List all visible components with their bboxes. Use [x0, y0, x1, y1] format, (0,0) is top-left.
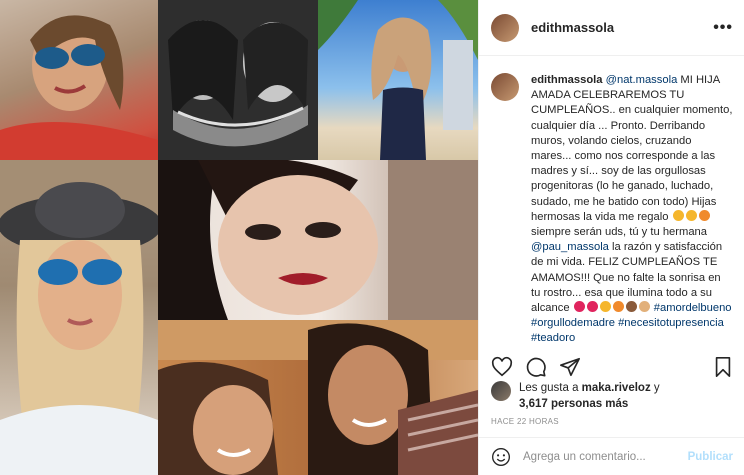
liker-username[interactable]: maka.riveloz — [582, 382, 651, 394]
post-side-panel: edithmassola ••• edithmassola @nat.masso… — [478, 0, 744, 475]
photo-sunglasses-portrait — [0, 0, 158, 160]
caption-text-part1: MI HIJA AMADA CELEBRAREMOS TU CUMPLEAÑOS… — [531, 74, 733, 223]
comment-icon[interactable] — [525, 356, 547, 378]
emoji-red-heart-icon — [573, 301, 585, 313]
emoji-grin-icon — [672, 209, 684, 221]
share-icon[interactable] — [559, 356, 581, 378]
caption-avatar[interactable] — [491, 73, 519, 101]
liker-avatar[interactable] — [491, 381, 511, 401]
heart-icon[interactable] — [491, 356, 513, 378]
add-comment-bar: Publicar — [479, 437, 744, 475]
more-icon[interactable]: ••• — [713, 19, 733, 37]
caption-row: edithmassola @nat.massola MI HIJA AMADA … — [491, 73, 733, 347]
hashtag[interactable]: #orgullodemadre — [531, 317, 615, 329]
caption-username[interactable]: edithmassola — [531, 74, 603, 86]
likes-text: Les gusta a maka.riveloz y 3,617 persona… — [519, 380, 660, 412]
comment-input[interactable] — [523, 450, 680, 463]
post-timestamp[interactable]: HACE 22 HORAS — [491, 417, 559, 426]
author-username[interactable]: edithmassola — [531, 20, 713, 35]
hashtag[interactable]: #teadoro — [531, 332, 575, 344]
caption-text: edithmassola @nat.massola MI HIJA AMADA … — [531, 73, 733, 347]
photo-mother-daughter-selfie — [158, 320, 478, 475]
emoji-icon[interactable] — [491, 447, 511, 467]
photo-watermelon-sisters — [158, 0, 318, 160]
photo-red-lips-closeup — [158, 160, 478, 320]
author-avatar[interactable] — [491, 13, 519, 42]
instagram-post: edithmassola ••• edithmassola @nat.masso… — [0, 0, 744, 475]
hashtag[interactable]: #amordelbueno — [654, 302, 732, 314]
emoji-pray-icon — [638, 301, 650, 313]
post-image-collage[interactable] — [0, 0, 478, 475]
likes-summary: Les gusta a maka.riveloz y 3,617 persona… — [491, 380, 660, 412]
likes-count[interactable]: 3,617 personas más — [519, 398, 628, 410]
photo-beach-swimsuit — [318, 0, 478, 160]
hashtag[interactable]: #necesitotupresencia — [618, 317, 724, 329]
bookmark-icon[interactable] — [713, 356, 733, 378]
post-header: edithmassola ••• — [479, 0, 744, 56]
likes-suffix: y — [650, 382, 660, 394]
publish-button[interactable]: Publicar — [688, 451, 733, 463]
emoji-red-heart-icon — [586, 301, 598, 313]
action-bar — [479, 352, 744, 382]
emoji-smile-icon — [685, 209, 697, 221]
caption-section: edithmassola @nat.massola MI HIJA AMADA … — [479, 57, 744, 347]
caption-mention-nat[interactable]: @nat.massola — [606, 74, 678, 86]
emoji-smile-icon — [599, 301, 611, 313]
photo-hat-sunglasses — [0, 160, 158, 475]
likes-prefix: Les gusta a — [519, 382, 582, 394]
emoji-heart-eyes-icon — [612, 301, 624, 313]
caption-text-part2: siempre serán uds, tú y tu hermana — [531, 226, 707, 239]
emoji-cake-icon — [625, 301, 637, 313]
emoji-heart-eyes-icon — [698, 209, 710, 221]
caption-mention-pau[interactable]: @pau_massola — [531, 241, 609, 253]
